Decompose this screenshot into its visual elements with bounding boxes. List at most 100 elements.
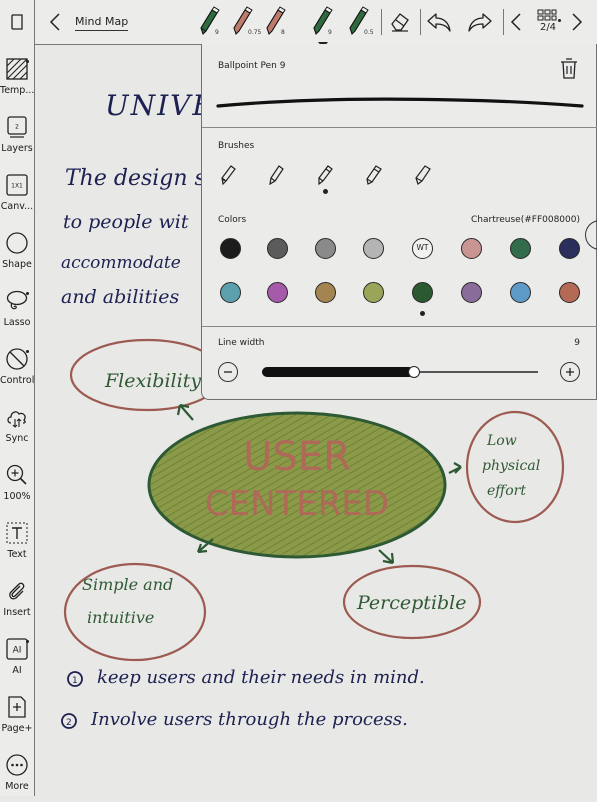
color-swatch[interactable] — [461, 282, 482, 303]
brush-ballpoint-pen[interactable] — [265, 162, 287, 186]
tool-insert[interactable]: Insert — [0, 572, 34, 628]
arrow — [448, 462, 462, 474]
tool-label: Control — [0, 375, 34, 386]
page-number: 2/4 — [539, 22, 557, 33]
tool-label: Text — [7, 549, 27, 560]
pen-slot-1[interactable]: 9 — [193, 4, 227, 42]
color-swatch[interactable] — [510, 282, 531, 303]
node-text: intuitive — [87, 608, 154, 627]
ballpoint-pen-icon — [269, 165, 284, 185]
color-swatch-white[interactable]: WT — [412, 238, 433, 259]
arrow — [378, 549, 395, 565]
node-text: effort — [487, 483, 526, 499]
eraser-button[interactable] — [386, 8, 414, 36]
delete-pen-button[interactable] — [558, 56, 580, 80]
pen-settings-panel: Ballpoint Pen 9 Brushes Colors Chartreus… — [201, 44, 597, 400]
node-text: physical — [482, 458, 540, 474]
tool-template[interactable]: Temp... — [0, 50, 34, 106]
color-swatch[interactable] — [559, 282, 580, 303]
bullet-number: 2 — [66, 718, 72, 728]
color-swatch[interactable] — [363, 238, 384, 259]
brush-marker[interactable] — [363, 162, 385, 186]
indicator-dot — [26, 350, 29, 353]
color-swatch[interactable] — [267, 282, 288, 303]
tool-more[interactable]: More — [0, 746, 34, 802]
indicator-dot — [26, 292, 29, 295]
note-body-line: and abilities — [61, 286, 179, 308]
document-title[interactable]: Mind Map — [75, 15, 129, 31]
node-text: Simple and — [82, 575, 173, 594]
brushes-label: Brushes — [218, 141, 255, 151]
node-text: Low — [486, 433, 517, 449]
tool-label: Temp... — [0, 85, 34, 96]
tool-zoom[interactable]: 100% — [0, 456, 34, 512]
fountain-pen-icon — [221, 165, 236, 185]
tool-label: Lasso — [3, 317, 31, 328]
redo-icon — [468, 13, 492, 32]
color-swatch[interactable] — [315, 282, 336, 303]
stroke-preview — [216, 97, 584, 108]
marker-icon — [366, 165, 382, 185]
cloud-sync-icon — [6, 406, 28, 428]
brush-fountain-pen[interactable] — [217, 162, 239, 186]
tool-label: 100% — [3, 491, 31, 502]
previous-page-button[interactable] — [506, 8, 526, 36]
color-swatch[interactable] — [315, 238, 336, 259]
tool-ai[interactable]: AI AI — [0, 630, 34, 686]
color-swatch[interactable] — [510, 238, 531, 259]
tool-text[interactable]: Text — [0, 514, 34, 570]
chevron-left-icon — [510, 13, 521, 31]
pen-slot-2[interactable]: 0.75 — [226, 4, 261, 42]
pen-slot-3[interactable]: 8 — [259, 4, 293, 42]
tool-page-add[interactable]: Page+ — [0, 688, 34, 744]
color-swatch[interactable] — [412, 282, 433, 316]
note-point: keep users and their needs in mind. — [97, 667, 425, 688]
pen-name: Ballpoint Pen 9 — [218, 61, 286, 71]
paperclip-icon — [6, 580, 28, 602]
color-swatch[interactable] — [363, 282, 384, 303]
more-dots-icon — [6, 754, 28, 776]
tool-control[interactable]: Control — [0, 340, 34, 396]
selected-dot — [420, 311, 425, 316]
canvas-icon: 1X1 — [6, 174, 28, 196]
pen-slot-4[interactable]: 9 — [306, 4, 340, 48]
line-width-thumb[interactable] — [407, 366, 420, 378]
eraser-icon — [391, 13, 409, 32]
brush-highlighter[interactable] — [412, 162, 434, 186]
menu-button[interactable] — [0, 0, 35, 44]
tool-sync[interactable]: Sync — [0, 398, 34, 454]
panel-divider — [202, 127, 597, 128]
tool-lasso[interactable]: Lasso — [0, 282, 34, 338]
pen-size-label: 8 — [281, 29, 285, 36]
next-page-button[interactable] — [566, 8, 588, 36]
undo-icon — [427, 13, 451, 32]
more-colors-button[interactable] — [585, 220, 597, 250]
redo-button[interactable] — [466, 8, 494, 36]
center-text-line: USER — [243, 434, 351, 480]
brush-pencil[interactable] — [314, 162, 336, 194]
increase-width-button[interactable] — [560, 362, 580, 382]
lasso-icon — [6, 290, 28, 312]
color-swatch[interactable] — [559, 238, 580, 259]
decrease-width-button[interactable] — [218, 362, 238, 382]
layers-icon: 2 — [6, 116, 28, 138]
control-icon — [6, 348, 28, 370]
tool-label: Shape — [2, 259, 32, 270]
center-text-line: CENTERED — [205, 484, 389, 524]
tool-shape[interactable]: Shape — [0, 224, 34, 280]
page-indicator[interactable]: 2/4 — [528, 6, 568, 40]
indicator-dot — [26, 640, 29, 643]
tool-label: More — [5, 781, 29, 792]
tool-label: Layers — [1, 143, 33, 154]
tool-label: Canv... — [0, 201, 34, 212]
undo-button[interactable] — [425, 8, 453, 36]
pen-slot-5[interactable]: 0.5 — [342, 4, 376, 42]
color-swatch[interactable] — [461, 238, 482, 259]
back-button[interactable] — [44, 8, 66, 36]
tool-layers[interactable]: 2 Layers — [0, 108, 34, 164]
tool-canvas[interactable]: 1X1 Canv... — [0, 166, 34, 222]
color-swatch[interactable] — [267, 238, 288, 259]
color-swatch[interactable] — [220, 238, 241, 259]
color-swatch[interactable] — [220, 282, 241, 303]
colors-label: Colors — [218, 215, 247, 225]
